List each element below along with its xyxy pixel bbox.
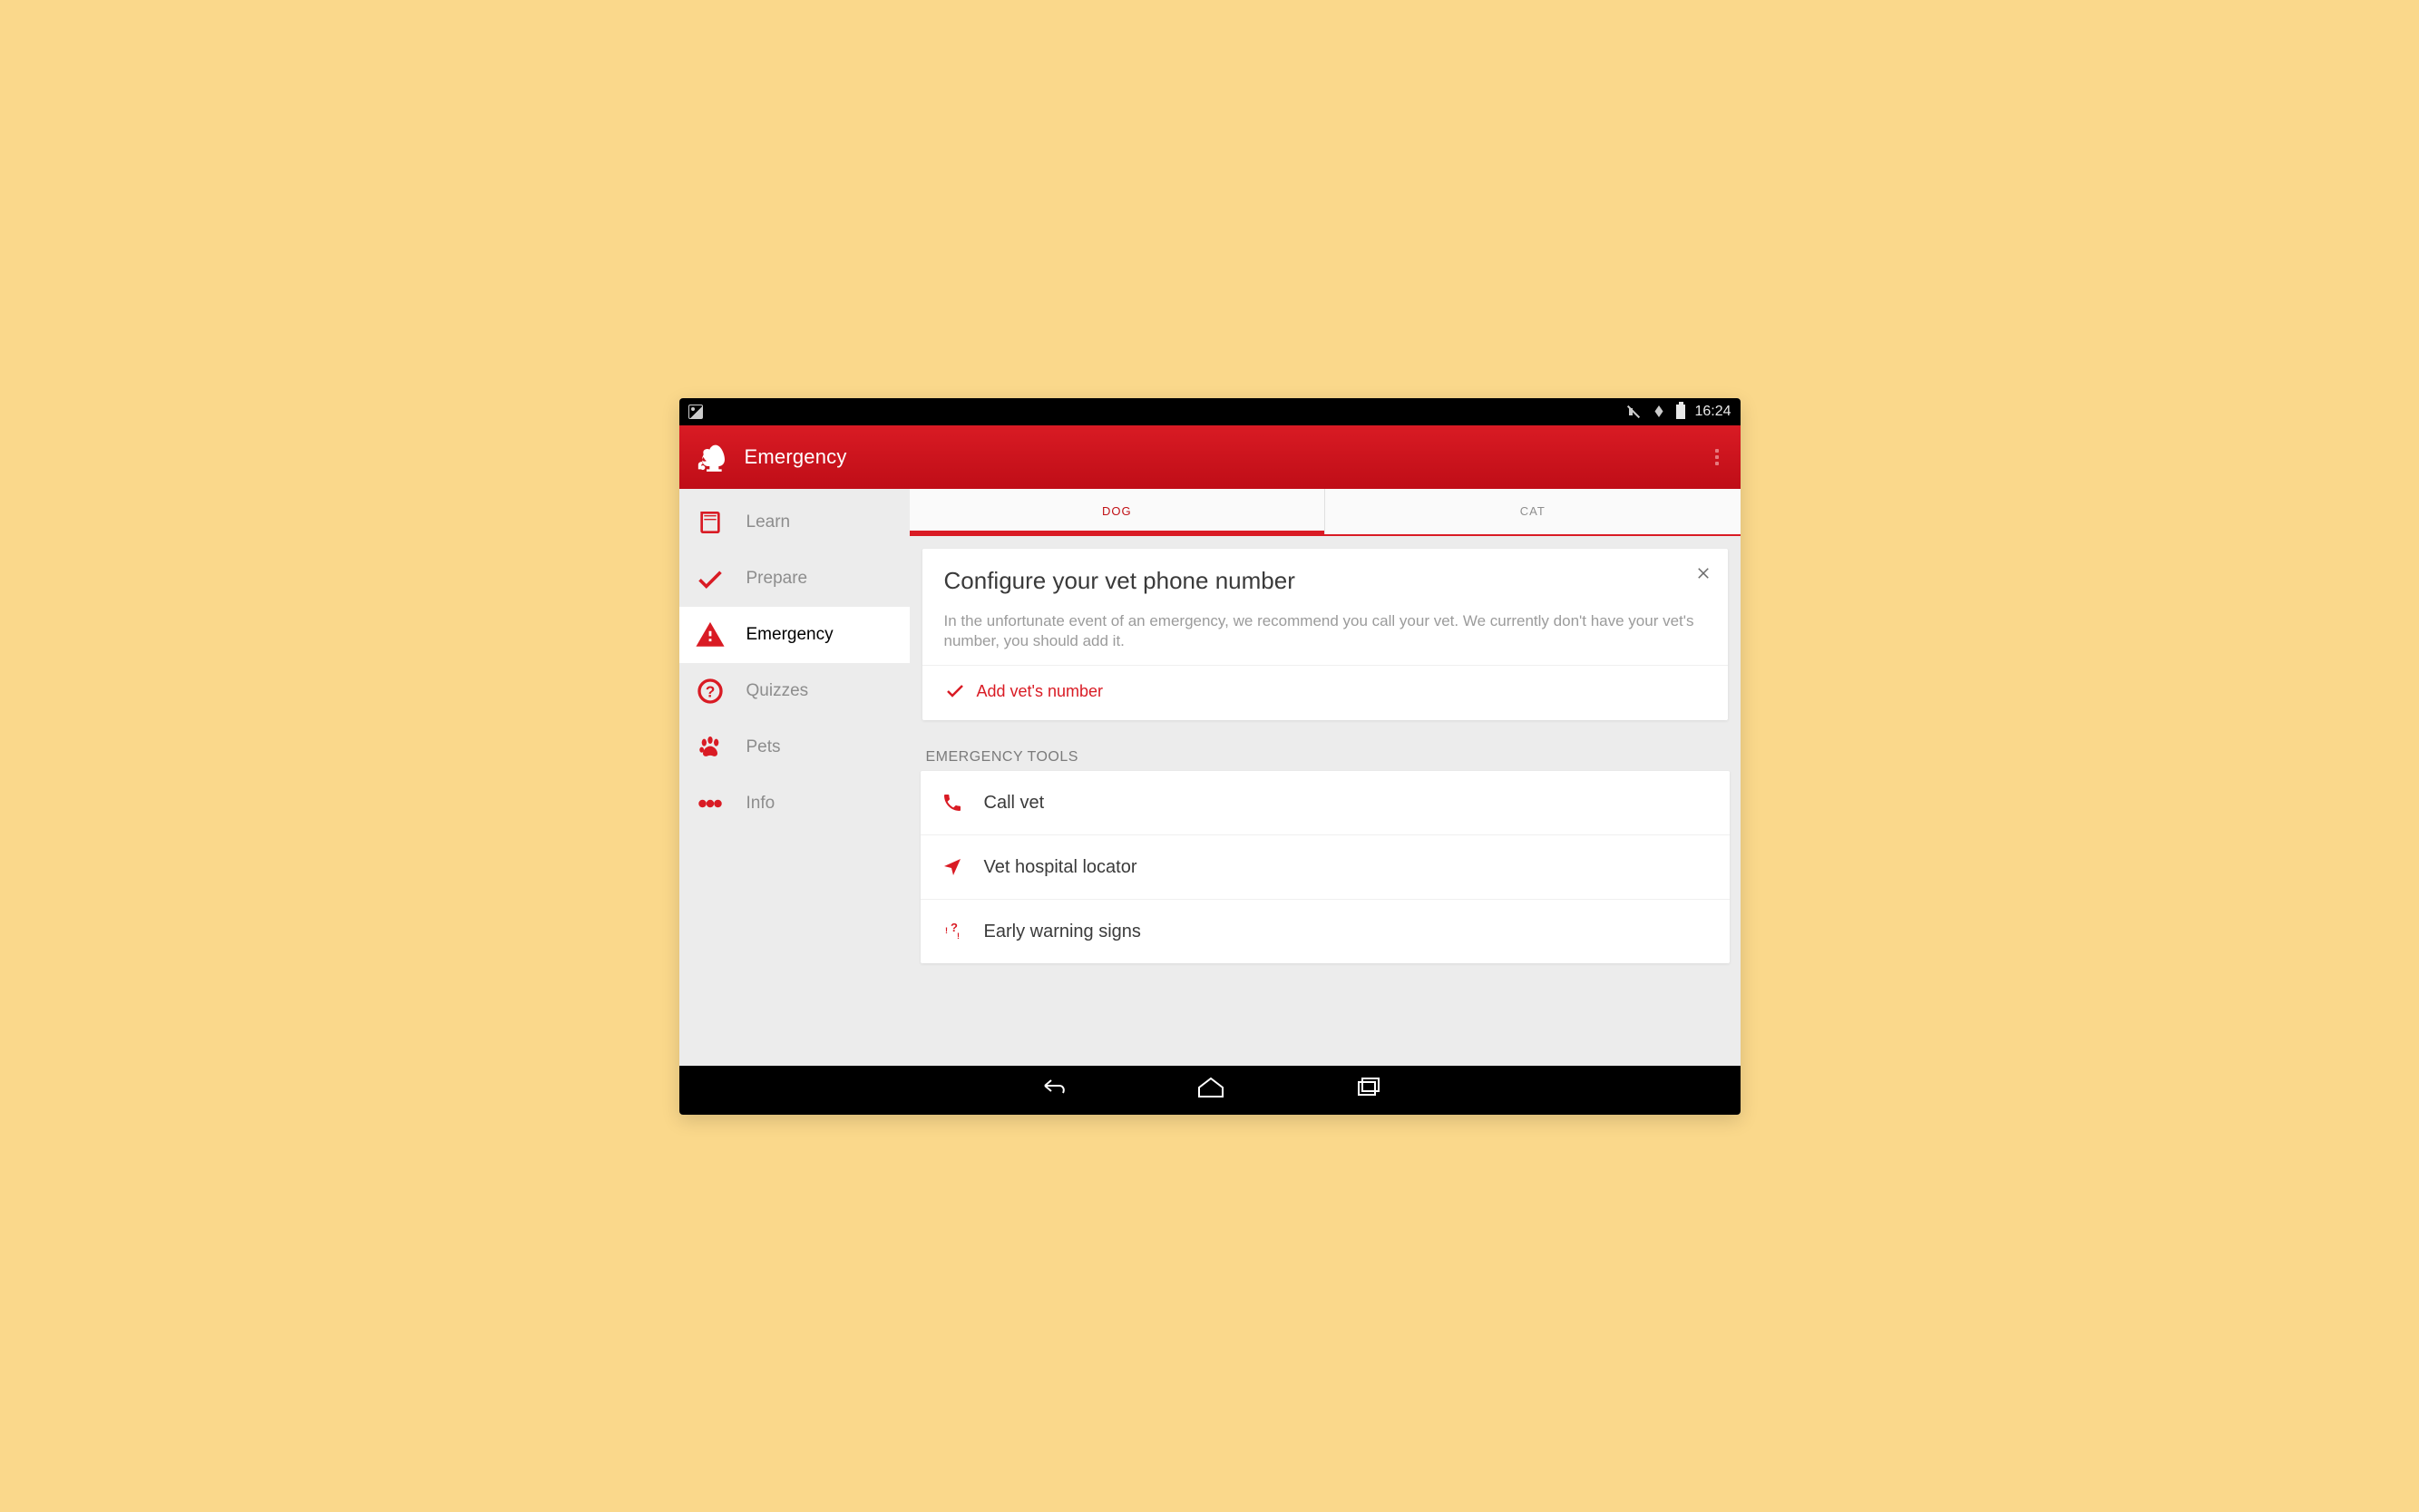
check-icon	[692, 563, 728, 594]
phone-icon	[941, 792, 964, 814]
sidebar-item-label: Quizzes	[746, 681, 809, 701]
back-button[interactable]	[1036, 1075, 1068, 1105]
book-icon	[692, 508, 728, 537]
svg-text:!: !	[957, 932, 960, 941]
overflow-menu-button[interactable]	[1706, 446, 1728, 468]
sidebar-item-emergency[interactable]: Emergency	[679, 607, 910, 663]
action-bar-title: Emergency	[745, 445, 847, 469]
sidebar-item-label: Emergency	[746, 625, 834, 645]
app-logo-icon	[692, 438, 730, 476]
sidebar-item-label: Prepare	[746, 569, 808, 589]
add-vet-number-label: Add vet's number	[977, 682, 1104, 701]
emergency-tools-list: Call vet Vet hospital locator ! ? !	[921, 771, 1730, 963]
battery-icon	[1676, 405, 1685, 419]
status-clock: 16:24	[1694, 404, 1731, 420]
wifi-icon	[1651, 405, 1667, 417]
question-icon: ?	[692, 677, 728, 706]
mute-icon	[1627, 405, 1642, 419]
panel-body-text: In the unfortunate event of an emergency…	[944, 611, 1706, 653]
sidebar-item-label: Learn	[746, 512, 791, 532]
paw-icon	[692, 733, 728, 762]
recents-button[interactable]	[1353, 1075, 1384, 1105]
android-status-bar: 16:24	[679, 398, 1741, 425]
sidebar: Learn Prepare Emergency ? Quizzes	[679, 489, 910, 1066]
svg-text:?: ?	[705, 682, 715, 700]
tablet-frame: 16:24 Emergency Learn	[679, 398, 1741, 1115]
pet-type-tabs: DOG CAT	[910, 489, 1741, 536]
warning-signs-icon: ! ? !	[941, 921, 964, 942]
location-arrow-icon	[941, 856, 964, 878]
tool-vet-hospital-locator[interactable]: Vet hospital locator	[921, 835, 1730, 900]
panel-title: Configure your vet phone number	[944, 567, 1706, 595]
add-vet-number-button[interactable]: Add vet's number	[944, 675, 1706, 707]
content-area: DOG CAT Configure your vet phone number …	[910, 489, 1741, 1066]
tab-cat[interactable]: CAT	[1325, 489, 1741, 534]
divider	[922, 665, 1728, 666]
tool-call-vet[interactable]: Call vet	[921, 771, 1730, 835]
tool-label: Call vet	[984, 793, 1045, 814]
sidebar-item-label: Info	[746, 794, 775, 814]
app-action-bar: Emergency	[679, 425, 1741, 489]
sidebar-item-pets[interactable]: Pets	[679, 719, 910, 776]
home-button[interactable]	[1195, 1075, 1226, 1105]
tool-label: Vet hospital locator	[984, 857, 1137, 878]
sidebar-item-prepare[interactable]: Prepare	[679, 551, 910, 607]
tool-early-warning-signs[interactable]: ! ? ! Early warning signs	[921, 900, 1730, 963]
android-nav-bar	[679, 1066, 1741, 1115]
dots-icon	[692, 788, 728, 819]
tool-label: Early warning signs	[984, 922, 1141, 942]
sidebar-item-quizzes[interactable]: ? Quizzes	[679, 663, 910, 719]
sidebar-item-label: Pets	[746, 737, 781, 757]
warning-icon	[692, 619, 728, 650]
sidebar-item-learn[interactable]: Learn	[679, 494, 910, 551]
tab-label: DOG	[1102, 504, 1132, 518]
tab-dog[interactable]: DOG	[910, 489, 1326, 534]
sidebar-item-info[interactable]: Info	[679, 776, 910, 832]
notification-icon	[688, 405, 703, 419]
emergency-tools-heading: EMERGENCY TOOLS	[926, 749, 1724, 766]
configure-vet-panel: Configure your vet phone number In the u…	[922, 549, 1728, 721]
close-panel-button[interactable]	[1692, 561, 1715, 585]
svg-text:!: !	[945, 926, 948, 935]
tab-label: CAT	[1520, 504, 1546, 518]
